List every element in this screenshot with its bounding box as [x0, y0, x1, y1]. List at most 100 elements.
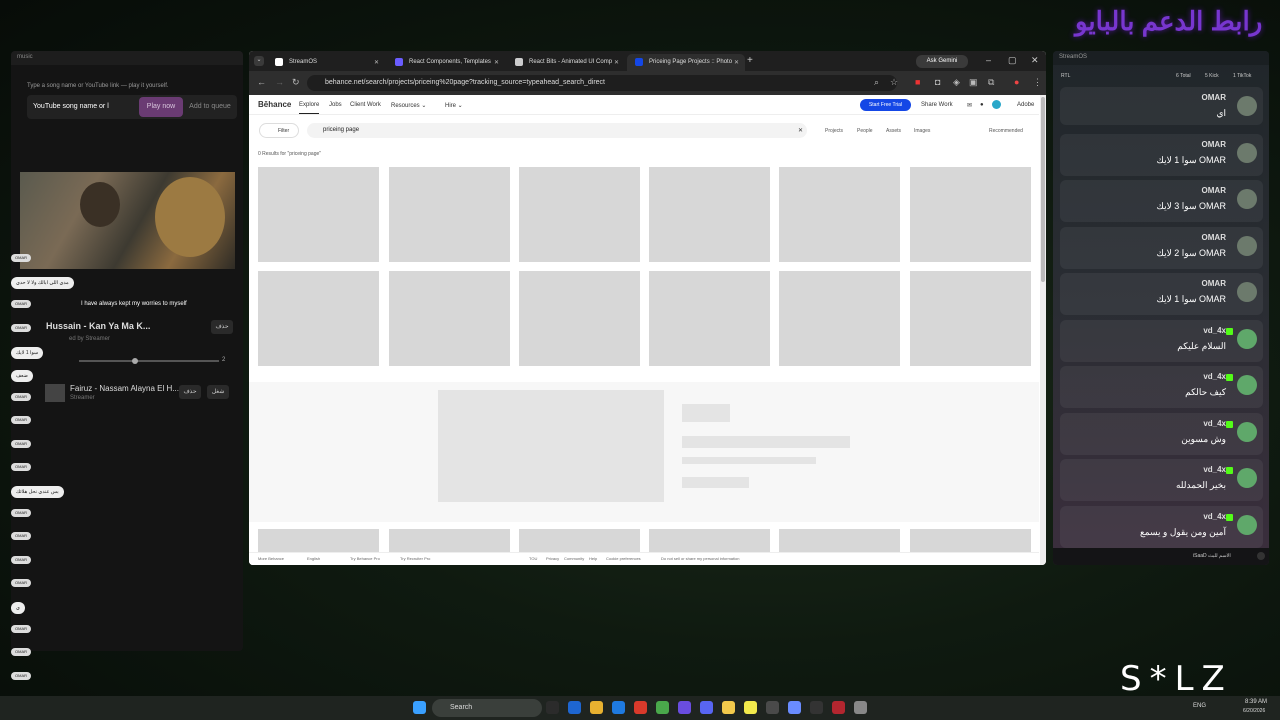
- project-thumbnail[interactable]: [389, 167, 510, 262]
- page-scrollbar[interactable]: [1040, 95, 1046, 565]
- taskbar-app-icon[interactable]: [766, 701, 779, 714]
- menu-icon[interactable]: ⋮: [1033, 77, 1042, 88]
- clock-date[interactable]: 6/20/2026: [1243, 708, 1265, 714]
- reload-icon[interactable]: ↻: [292, 77, 300, 88]
- tab-close-icon[interactable]: ✕: [614, 59, 619, 66]
- taskbar-app-icon[interactable]: [854, 701, 867, 714]
- project-thumbnail[interactable]: [519, 529, 640, 552]
- project-thumbnail[interactable]: [258, 529, 379, 552]
- project-thumbnail[interactable]: [519, 167, 640, 262]
- footer-link[interactable]: English: [307, 556, 320, 561]
- taskbar-app-icon[interactable]: [678, 701, 691, 714]
- project-thumbnail[interactable]: [389, 271, 510, 366]
- project-thumbnail[interactable]: [779, 529, 900, 552]
- progress-bar[interactable]: [79, 358, 219, 364]
- project-thumbnail[interactable]: [258, 271, 379, 366]
- maximize-icon[interactable]: ▢: [1008, 55, 1017, 66]
- nav-explore[interactable]: Explore: [299, 102, 320, 114]
- lang-indicator[interactable]: ENG: [1193, 703, 1206, 709]
- taskbar-app-icon[interactable]: [634, 701, 647, 714]
- project-thumbnail[interactable]: [910, 529, 1031, 552]
- taskbar-app-icon[interactable]: [744, 701, 757, 714]
- search-input[interactable]: priceing page: [307, 123, 807, 138]
- footer-link[interactable]: TOU: [529, 556, 537, 561]
- add-to-queue-button[interactable]: Add to queue: [187, 97, 233, 117]
- taskbar-app-icon[interactable]: [832, 701, 845, 714]
- project-thumbnail[interactable]: [649, 167, 770, 262]
- queue-delete-button[interactable]: حذف: [179, 385, 201, 399]
- footer-link[interactable]: Do not sell or share my personal informa…: [661, 556, 739, 561]
- start-icon[interactable]: [413, 701, 426, 714]
- filter-button[interactable]: Filter: [259, 123, 299, 138]
- footer-link[interactable]: More Behance: [258, 556, 284, 561]
- taskbar-app-icon[interactable]: [700, 701, 713, 714]
- tab-0[interactable]: StreamOS ✕: [267, 54, 385, 71]
- song-input[interactable]: YouTube song name or l Play now Add to q…: [27, 95, 237, 119]
- nav-resources[interactable]: Resources ⌄: [391, 102, 426, 109]
- delete-button[interactable]: حذف: [211, 320, 233, 334]
- url-input[interactable]: behance.net/search/projects/priceing%20p…: [307, 75, 897, 91]
- avatar[interactable]: [992, 100, 1001, 109]
- extension-icon[interactable]: ▣: [969, 77, 978, 88]
- taskbar-app-icon[interactable]: [590, 701, 603, 714]
- new-tab-icon[interactable]: +: [747, 55, 753, 66]
- behance-logo[interactable]: Bēhance: [258, 100, 291, 109]
- queue-run-button[interactable]: شغل: [207, 385, 229, 399]
- bookmark-icon[interactable]: ☆: [890, 77, 898, 88]
- footer-link[interactable]: Try Recruiter Pro: [400, 556, 430, 561]
- search-tab-projects[interactable]: Projects: [825, 128, 843, 134]
- minimize-icon[interactable]: –: [986, 55, 991, 65]
- footer-link[interactable]: Cookie preferences: [606, 556, 641, 561]
- taskbar-app-icon[interactable]: [568, 701, 581, 714]
- project-thumbnail[interactable]: [649, 529, 770, 552]
- footer-link[interactable]: Privacy: [546, 556, 559, 561]
- taskbar-search[interactable]: Search: [432, 699, 542, 717]
- project-thumbnail[interactable]: [649, 271, 770, 366]
- play-now-button[interactable]: Play now: [139, 97, 183, 117]
- taskbar-app-icon[interactable]: [810, 701, 823, 714]
- tab-close-icon[interactable]: ✕: [494, 59, 499, 66]
- project-thumbnail[interactable]: [910, 167, 1031, 262]
- project-thumbnail[interactable]: [779, 271, 900, 366]
- back-icon[interactable]: ←: [257, 77, 266, 87]
- search-tab-people[interactable]: People: [857, 128, 873, 134]
- nav-jobs[interactable]: Jobs: [329, 102, 342, 108]
- project-thumbnail[interactable]: [519, 271, 640, 366]
- forward-icon[interactable]: →: [275, 77, 284, 87]
- taskbar-app-icon[interactable]: [612, 701, 625, 714]
- extensions-icon[interactable]: ⧉: [988, 77, 994, 88]
- taskbar-app-icon[interactable]: [656, 701, 669, 714]
- taskbar-app-icon[interactable]: [722, 701, 735, 714]
- profile-icon[interactable]: ●: [1014, 77, 1019, 87]
- search-tab-assets[interactable]: Assets: [886, 128, 901, 134]
- song-input-value[interactable]: YouTube song name or l: [33, 103, 109, 110]
- project-thumbnail[interactable]: [389, 529, 510, 552]
- nav-client-work[interactable]: Client Work: [350, 102, 381, 108]
- tab-2[interactable]: React Bits - Animated UI Comp ✕: [507, 54, 625, 71]
- nav-hire[interactable]: Hire ⌄: [445, 102, 463, 109]
- footer-link[interactable]: Try Behance Pro: [350, 556, 380, 561]
- tab-close-icon[interactable]: ✕: [374, 59, 379, 66]
- footer-link[interactable]: Community: [564, 556, 584, 561]
- rtl-toggle[interactable]: RTL: [1061, 73, 1070, 79]
- adobe-label[interactable]: Adobe: [1017, 102, 1034, 108]
- extension-icon[interactable]: ◘: [935, 77, 940, 87]
- project-thumbnail[interactable]: [779, 167, 900, 262]
- search-tab-images[interactable]: Images: [914, 128, 930, 134]
- zoom-icon[interactable]: ⌕: [874, 77, 879, 88]
- close-icon[interactable]: ✕: [1031, 55, 1039, 66]
- sort-dropdown[interactable]: Recommended: [989, 128, 1023, 134]
- tab-1[interactable]: React Components, Templates ✕: [387, 54, 505, 71]
- project-thumbnail[interactable]: [258, 167, 379, 262]
- scroll-thumb[interactable]: [1041, 97, 1045, 282]
- clear-search-icon[interactable]: ✕: [798, 127, 803, 134]
- start-free-trial-button[interactable]: Start Free Trial: [860, 99, 911, 111]
- tab-close-icon[interactable]: ✕: [734, 59, 739, 66]
- ask-gemini-button[interactable]: Ask Gemini: [916, 55, 968, 68]
- bell-icon[interactable]: ●: [980, 102, 984, 108]
- extension-icon[interactable]: ■: [915, 77, 920, 87]
- clock-time[interactable]: 8:39 AM: [1245, 699, 1267, 705]
- extension-icon[interactable]: ◈: [953, 77, 960, 88]
- progress-knob[interactable]: [132, 358, 138, 364]
- taskbar-app-icon[interactable]: [546, 701, 559, 714]
